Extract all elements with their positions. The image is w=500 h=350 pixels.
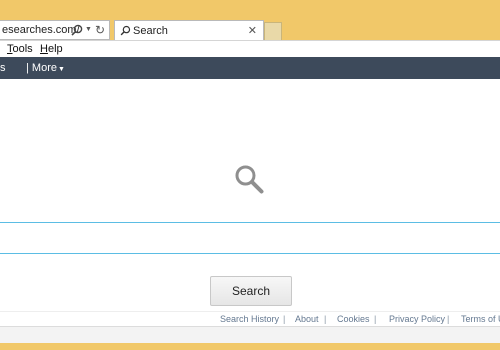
page-content: Search Search History | About | Cookies …	[0, 79, 500, 326]
search-box[interactable]	[0, 222, 500, 254]
menu-help-accel: H	[40, 43, 48, 55]
footer-separator: |	[283, 314, 286, 324]
status-bar	[0, 326, 500, 343]
menu-help[interactable]: Help	[40, 42, 63, 57]
new-tab-button[interactable]	[264, 22, 282, 41]
footer-link-search-history[interactable]: Search History	[220, 314, 279, 324]
address-url[interactable]: esearches.com/	[2, 21, 80, 39]
footer-separator: |	[447, 314, 450, 324]
menu-bar: Tools Help	[0, 40, 500, 57]
footer-link-cookies[interactable]: Cookies	[337, 314, 370, 324]
menu-tools[interactable]: Tools	[7, 42, 33, 57]
search-icon	[120, 25, 131, 36]
menu-tools-label: ools	[12, 43, 33, 55]
window-frame-bottom	[0, 343, 500, 350]
site-nav: ws | More▼	[0, 57, 500, 79]
search-icon	[235, 165, 264, 194]
window-frame-top	[0, 0, 500, 18]
nav-more-menu[interactable]: | More▼	[26, 57, 65, 81]
footer-link-privacy-policy[interactable]: Privacy Policy	[389, 314, 445, 324]
footer: Search History | About | Cookies | Priva…	[0, 311, 500, 326]
search-button[interactable]: Search	[210, 276, 292, 306]
caret-down-icon: ▼	[57, 66, 65, 73]
footer-separator: |	[324, 314, 327, 324]
search-input[interactable]	[0, 223, 500, 253]
menu-help-label: elp	[47, 43, 63, 55]
nav-item-news[interactable]: ws	[0, 57, 5, 79]
footer-separator: |	[374, 314, 377, 324]
address-bar[interactable]: esearches.com/ ▼ ↻	[0, 20, 110, 40]
tab-search[interactable]: Search ✕	[114, 20, 264, 41]
chevron-down-icon[interactable]: ▼	[85, 21, 92, 39]
close-icon[interactable]: ✕	[248, 21, 257, 41]
tab-title: Search	[133, 25, 168, 37]
footer-link-terms[interactable]: Terms of U	[461, 314, 500, 324]
search-icon[interactable]	[71, 24, 83, 36]
nav-more-label: | More	[26, 62, 57, 74]
footer-link-about[interactable]: About	[295, 314, 319, 324]
refresh-icon[interactable]: ↻	[95, 21, 105, 39]
